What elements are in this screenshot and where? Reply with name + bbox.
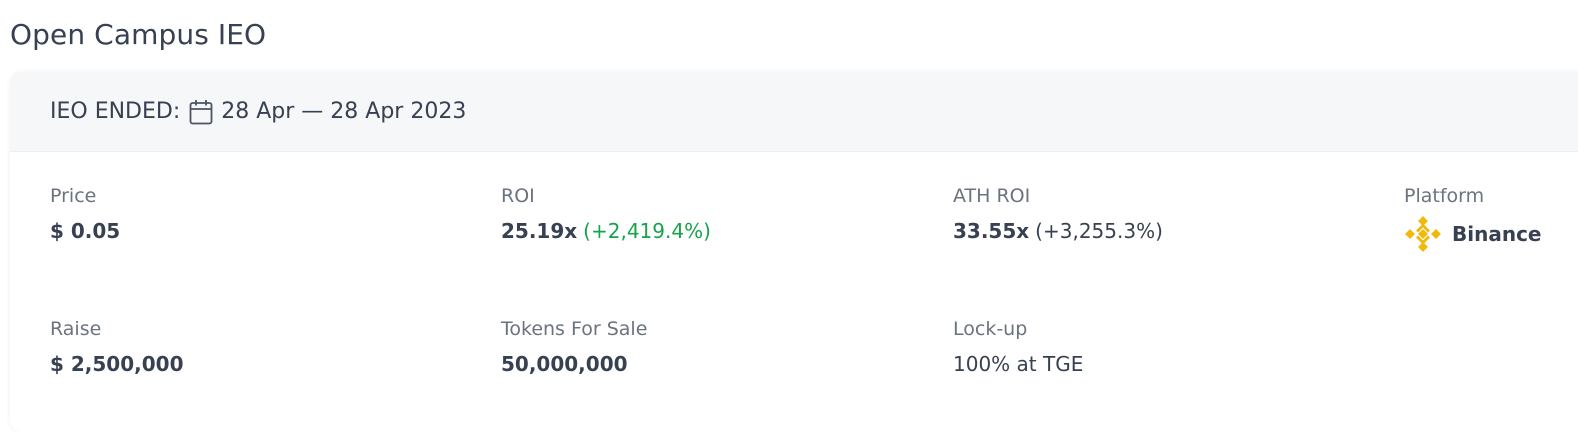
stat-ath-roi: ATH ROI 33.55x (+3,255.3%) <box>953 185 1163 243</box>
roi-multiple: 25.19x <box>501 219 578 243</box>
ieo-date-range: 28 Apr — 28 Apr 2023 <box>221 99 467 124</box>
ath-roi-multiple: 33.55x <box>953 219 1030 243</box>
stat-value: $ 2,500,000 <box>50 352 184 376</box>
stat-price: Price $ 0.05 <box>50 185 120 243</box>
stat-raise: Raise $ 2,500,000 <box>50 318 184 376</box>
stat-value: 100% at TGE <box>953 352 1084 376</box>
binance-logo-icon <box>1404 215 1442 253</box>
stat-label: Lock-up <box>953 318 1028 340</box>
stat-label: Platform <box>1404 185 1485 207</box>
ath-roi-percent-change: (+3,255.3%) <box>1035 219 1163 243</box>
stat-label: ATH ROI <box>953 185 1031 207</box>
stat-roi: ROI 25.19x (+2,419.4%) <box>501 185 711 243</box>
roi-percent-change: (+2,419.4%) <box>583 219 711 243</box>
stat-value: 25.19x (+2,419.4%) <box>501 219 711 243</box>
stat-value: 33.55x (+3,255.3%) <box>953 219 1163 243</box>
page-title: Open Campus IEO <box>10 18 267 51</box>
stat-label: Tokens For Sale <box>501 318 648 340</box>
ieo-status-label: IEO ENDED: <box>50 99 181 124</box>
stat-label: ROI <box>501 185 535 207</box>
stat-label: Price <box>50 185 97 207</box>
stat-value: 50,000,000 <box>501 352 628 376</box>
calendar-icon <box>189 99 213 125</box>
ieo-status-bar: IEO ENDED: 28 Apr — 28 Apr 2023 <box>10 72 1578 152</box>
platform-name: Binance <box>1452 222 1542 246</box>
stat-value: $ 0.05 <box>50 219 121 243</box>
stat-label: Raise <box>50 318 102 340</box>
stat-tokens-for-sale: Tokens For Sale 50,000,000 <box>501 318 647 376</box>
platform-link[interactable]: Binance <box>1404 215 1542 253</box>
stat-platform: Platform Binance <box>1404 185 1542 253</box>
stat-lockup: Lock-up 100% at TGE <box>953 318 1083 376</box>
ieo-card: IEO ENDED: 28 Apr — 28 Apr 2023 Price $ … <box>10 72 1578 432</box>
